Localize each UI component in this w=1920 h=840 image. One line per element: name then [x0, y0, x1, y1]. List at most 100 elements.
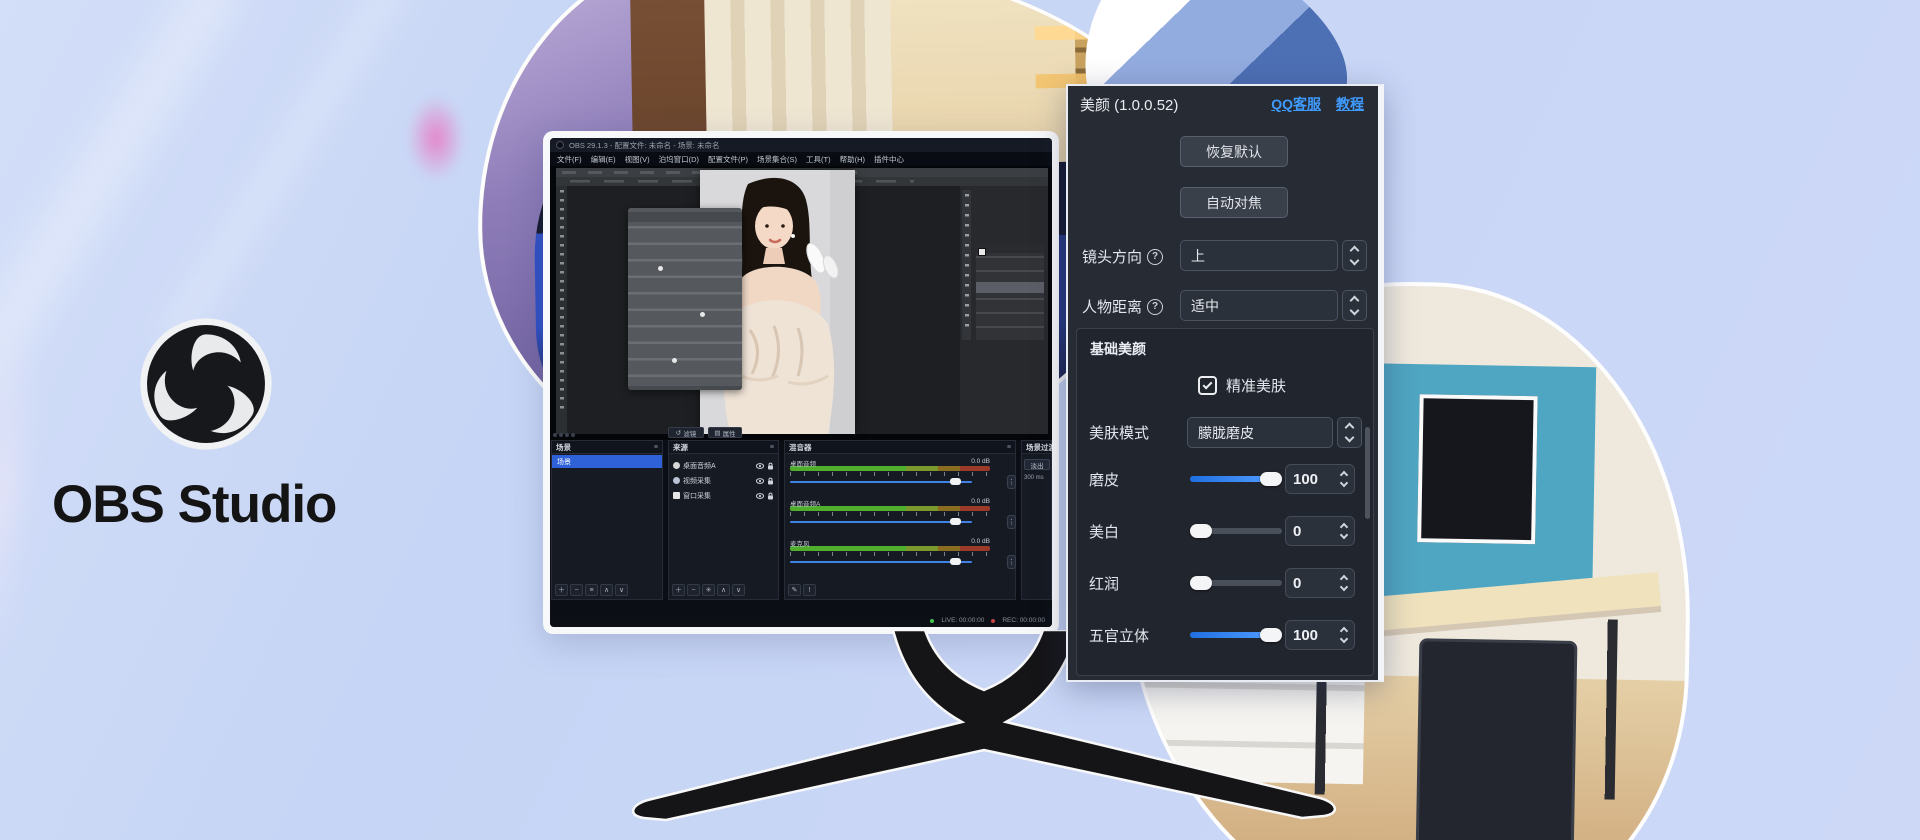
remove-scene-button[interactable]: − — [570, 584, 583, 596]
chevron-down-icon — [1340, 479, 1348, 487]
tutorial-link[interactable]: 教程 — [1336, 94, 1364, 114]
mixer-dock: 混音器≡ 桌面音频0.0 dB ⋮ 桌面音频A0.0 dB — [784, 440, 1016, 600]
transition-duration: 300 ms — [1024, 475, 1044, 481]
smoothing-slider[interactable] — [1190, 476, 1282, 482]
obs-docks: 场景≡ 场景 ＋ − ≡ ∧ ∨ 来源≡ 桌面音频A — [550, 440, 1052, 600]
volume-slider-handle[interactable] — [950, 558, 961, 565]
subject-distance-stepper[interactable] — [1342, 290, 1367, 321]
help-icon[interactable]: ? — [1147, 299, 1163, 315]
live-status-icon — [930, 619, 934, 623]
rosy-slider-row: 红润 0 — [1077, 569, 1373, 599]
lock-icon[interactable] — [767, 492, 774, 500]
slider-handle[interactable] — [1190, 576, 1212, 590]
menu-view[interactable]: 视图(V) — [625, 154, 650, 165]
rosy-value-stepper[interactable]: 0 — [1285, 568, 1355, 598]
rosy-slider[interactable] — [1190, 580, 1282, 586]
facial-3d-slider[interactable] — [1190, 632, 1282, 638]
pink-smudge-decoration — [408, 96, 464, 180]
help-icon[interactable]: ? — [1147, 249, 1163, 265]
obs-window: OBS 29.1.3 - 配置文件: 未命名 - 场景: 未命名 文件(F) 编… — [550, 138, 1052, 627]
volume-meter — [790, 546, 990, 551]
remove-source-button[interactable]: − — [687, 584, 700, 596]
menu-docks[interactable]: 泊坞窗口(D) — [659, 154, 699, 165]
sources-dock-title: 来源 — [673, 442, 688, 453]
facial-3d-value-stepper[interactable]: 100 — [1285, 620, 1355, 650]
add-scene-button[interactable]: ＋ — [555, 584, 568, 596]
slider-handle[interactable] — [1260, 472, 1282, 486]
whitening-value-stepper[interactable]: 0 — [1285, 516, 1355, 546]
mixer-alert-button[interactable]: ! — [803, 584, 816, 596]
mixer-channel: 桌面音频A0.0 dB ⋮ — [790, 498, 990, 525]
photo-studio-monitor — [1417, 394, 1538, 544]
source-row[interactable]: 窗口采集 — [669, 489, 778, 502]
lens-direction-stepper[interactable] — [1342, 240, 1367, 271]
lock-icon[interactable] — [767, 477, 774, 485]
channel-options-button[interactable]: ⋮ — [1007, 475, 1016, 489]
volume-slider[interactable]: ⋮ — [790, 558, 990, 565]
source-up-button[interactable]: ∧ — [717, 584, 730, 596]
menu-help[interactable]: 帮助(H) — [840, 154, 865, 165]
channel-options-button[interactable]: ⋮ — [1007, 555, 1016, 569]
photo-pc-case — [1415, 638, 1577, 840]
video-source-icon — [673, 477, 680, 484]
restore-defaults-button[interactable]: 恢复默认 — [1180, 136, 1288, 167]
section-scrollbar[interactable] — [1365, 427, 1370, 519]
dock-menu-icon[interactable]: ≡ — [770, 444, 774, 451]
preview-editing-app — [556, 168, 1048, 434]
slider-handle[interactable] — [1190, 524, 1212, 538]
scene-down-button[interactable]: ∨ — [615, 584, 628, 596]
dock-menu-icon[interactable]: ≡ — [654, 444, 658, 451]
whitening-slider[interactable] — [1190, 528, 1282, 534]
chevron-down-icon — [1340, 635, 1348, 643]
volume-slider[interactable]: ⋮ — [790, 518, 990, 525]
source-row[interactable]: 视频采集 — [669, 474, 778, 487]
page: OBS Studio OBS 29.1.3 - 配置文件: 未命名 - 场景: … — [0, 0, 1920, 840]
beauty-panel-links: QQ客服 教程 — [1271, 94, 1364, 114]
subject-distance-row: 人物距离? 适中 — [1068, 290, 1378, 322]
menu-tools[interactable]: 工具(T) — [806, 154, 831, 165]
source-row[interactable]: 桌面音频A — [669, 459, 778, 472]
volume-slider-handle[interactable] — [950, 478, 961, 485]
skin-mode-select[interactable]: 朦胧磨皮 — [1187, 417, 1333, 448]
visibility-eye-icon[interactable] — [756, 462, 764, 470]
scene-list-item[interactable]: 场景 — [552, 455, 662, 468]
channel-options-button[interactable]: ⋮ — [1007, 515, 1016, 529]
add-source-button[interactable]: ＋ — [672, 584, 685, 596]
menu-file[interactable]: 文件(F) — [557, 154, 582, 165]
scene-filters-button[interactable]: ≡ — [585, 584, 598, 596]
filters-icon: ↺ — [676, 429, 681, 437]
volume-meter — [790, 506, 990, 511]
menu-edit[interactable]: 编辑(E) — [591, 154, 616, 165]
autofocus-button[interactable]: 自动对焦 — [1180, 187, 1288, 218]
precise-skin-checkbox[interactable] — [1198, 376, 1217, 395]
chevron-up-icon — [1350, 246, 1360, 256]
volume-slider-handle[interactable] — [950, 518, 961, 525]
subject-distance-select[interactable]: 适中 — [1180, 290, 1338, 321]
visibility-eye-icon[interactable] — [756, 477, 764, 485]
qq-support-link[interactable]: QQ客服 — [1271, 94, 1321, 114]
transition-select[interactable]: 淡出 — [1024, 459, 1050, 470]
menu-scene-collection[interactable]: 场景集合(S) — [757, 154, 797, 165]
menu-profile[interactable]: 配置文件(P) — [708, 154, 748, 165]
preview-properties-button[interactable]: ▤ 属性 — [708, 427, 742, 438]
obs-logo — [139, 317, 273, 451]
source-properties-button[interactable]: ✳ — [702, 584, 715, 596]
obs-statusbar: LIVE: 00:00:00 REC: 00:00:00 — [550, 614, 1052, 627]
preview-filters-button[interactable]: ↺ 滤镜 — [668, 427, 704, 438]
precise-skin-row[interactable]: 精准美肤 — [1198, 375, 1286, 396]
mixer-pen-button[interactable]: ✎ — [788, 584, 801, 596]
lens-direction-select[interactable]: 上 — [1180, 240, 1338, 271]
editing-app-right-panels — [960, 186, 1048, 434]
properties-icon: ▤ — [714, 429, 720, 437]
meter-ticks — [790, 552, 990, 556]
volume-slider[interactable]: ⋮ — [790, 478, 990, 485]
source-down-button[interactable]: ∨ — [732, 584, 745, 596]
skin-mode-stepper[interactable] — [1337, 417, 1362, 448]
menu-plugin-center[interactable]: 插件中心 — [874, 154, 904, 165]
lock-icon[interactable] — [767, 462, 774, 470]
slider-handle[interactable] — [1260, 628, 1282, 642]
smoothing-value-stepper[interactable]: 100 — [1285, 464, 1355, 494]
dock-menu-icon[interactable]: ≡ — [1007, 444, 1011, 451]
visibility-eye-icon[interactable] — [756, 492, 764, 500]
scene-up-button[interactable]: ∧ — [600, 584, 613, 596]
